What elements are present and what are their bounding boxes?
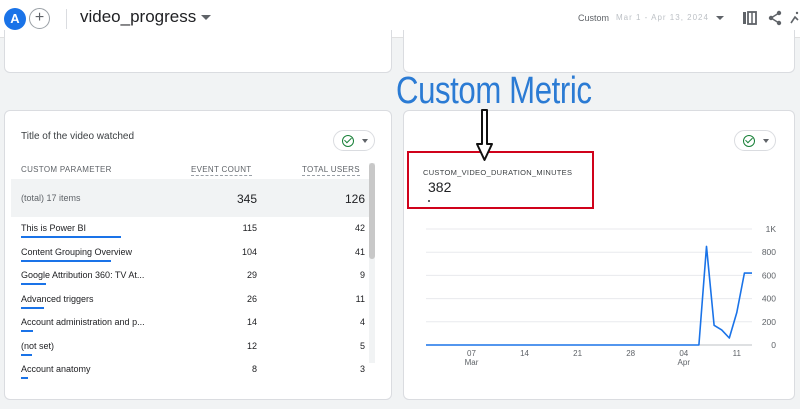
table-row-share-bar: [21, 330, 34, 332]
metric-card: CUSTOM_VIDEO_DURATION_MINUTES 382 1K 800 6…: [403, 110, 795, 400]
report-title[interactable]: video_progress: [80, 7, 196, 27]
x-tick-label: 04: [679, 349, 688, 358]
y-tick-label: 0: [771, 340, 776, 350]
date-range-label[interactable]: Custom: [578, 13, 609, 23]
table-row-events: 8: [251, 364, 257, 374]
x-tick-label: 14: [520, 349, 529, 358]
share-icon[interactable]: [767, 10, 783, 26]
table-row-name[interactable]: Content Grouping Overview: [21, 247, 132, 257]
column-header-dimension[interactable]: CUSTOM PARAMETER: [21, 165, 112, 174]
annotation-label: Custom Metric: [396, 70, 592, 112]
table-row-events: 115: [242, 223, 257, 233]
title-dropdown-icon[interactable]: [201, 15, 211, 20]
y-tick-label: 200: [762, 317, 776, 327]
date-range-value[interactable]: Mar 1 - Apr 13, 2024: [616, 13, 709, 22]
table-row-name[interactable]: Account administration and p...: [21, 317, 145, 327]
table-card: Title of the video watched CUSTOM PARAME…: [4, 110, 392, 400]
table-row-name[interactable]: Google Attribution 360: TV At...: [21, 270, 144, 280]
table-row-users: 41: [354, 246, 365, 257]
insights-icon[interactable]: [790, 10, 800, 26]
toolbar-divider: [66, 9, 67, 29]
table-row-name[interactable]: Advanced triggers: [21, 294, 94, 304]
table-row-events: 26: [246, 293, 257, 304]
total-row-users: 126: [344, 192, 365, 206]
total-row-events: 345: [236, 192, 257, 206]
y-tick-label: 400: [762, 294, 776, 304]
x-tick-month-label: Mar: [465, 358, 479, 367]
table-row-users: 3: [359, 364, 365, 374]
date-range-dropdown-icon[interactable]: [716, 16, 724, 20]
table-card-title: Title of the video watched: [21, 131, 135, 142]
series-line: [426, 245, 752, 346]
table-scrollbar-thumb[interactable]: [369, 163, 375, 259]
check-circle-icon: [342, 135, 354, 147]
table-row-share-bar: [21, 283, 47, 285]
table-row-name[interactable]: (not set): [21, 341, 54, 351]
x-tick-label: 07: [467, 349, 476, 358]
table-row-name[interactable]: Account anatomy: [21, 364, 91, 374]
table-row-users: 9: [359, 270, 365, 280]
table-row-share-bar: [21, 353, 32, 356]
table-row-events: 29: [246, 270, 257, 280]
table-row-users: 42: [354, 223, 365, 233]
x-tick-label: 28: [626, 349, 635, 358]
annotation-arrow-icon: [476, 109, 493, 161]
y-tick-label: 800: [762, 247, 776, 257]
upper-right-card: [403, 30, 795, 73]
table-row-share-bar: [21, 236, 121, 238]
column-header-event-count[interactable]: EVENT COUNT: [191, 165, 252, 176]
table-row-share-bar: [21, 259, 112, 262]
x-tick-label: 21: [573, 349, 582, 358]
y-tick-label: 1K: [766, 224, 777, 234]
table-row-users: 5: [359, 340, 365, 351]
table-row-users: 4: [359, 317, 365, 327]
table-row-name[interactable]: This is Power BI: [21, 223, 86, 233]
total-row-label: (total) 17 items: [21, 193, 81, 203]
chevron-down-icon: [362, 139, 368, 143]
table-row-share-bar: [21, 377, 28, 379]
compare-columns-icon[interactable]: [742, 10, 758, 26]
y-tick-label: 600: [762, 270, 776, 280]
x-tick-label: 11: [733, 349, 742, 358]
table-row-events: 12: [246, 340, 257, 351]
upper-left-card: [4, 30, 392, 73]
column-header-total-users[interactable]: TOTAL USERS: [302, 165, 360, 176]
user-avatar[interactable]: A: [4, 8, 26, 30]
table-row-events: 104: [241, 246, 257, 257]
table-card-status-button[interactable]: [333, 130, 375, 151]
add-button[interactable]: +: [29, 8, 50, 29]
table-row-events: 14: [246, 317, 257, 327]
table-row-users: 11: [355, 293, 365, 304]
line-chart: 1K 800 600 400 200 0 07Mar 14 21 28 04Apr 11: [426, 224, 777, 367]
table-row-share-bar: [21, 306, 44, 309]
x-tick-month-label: Apr: [678, 358, 691, 367]
